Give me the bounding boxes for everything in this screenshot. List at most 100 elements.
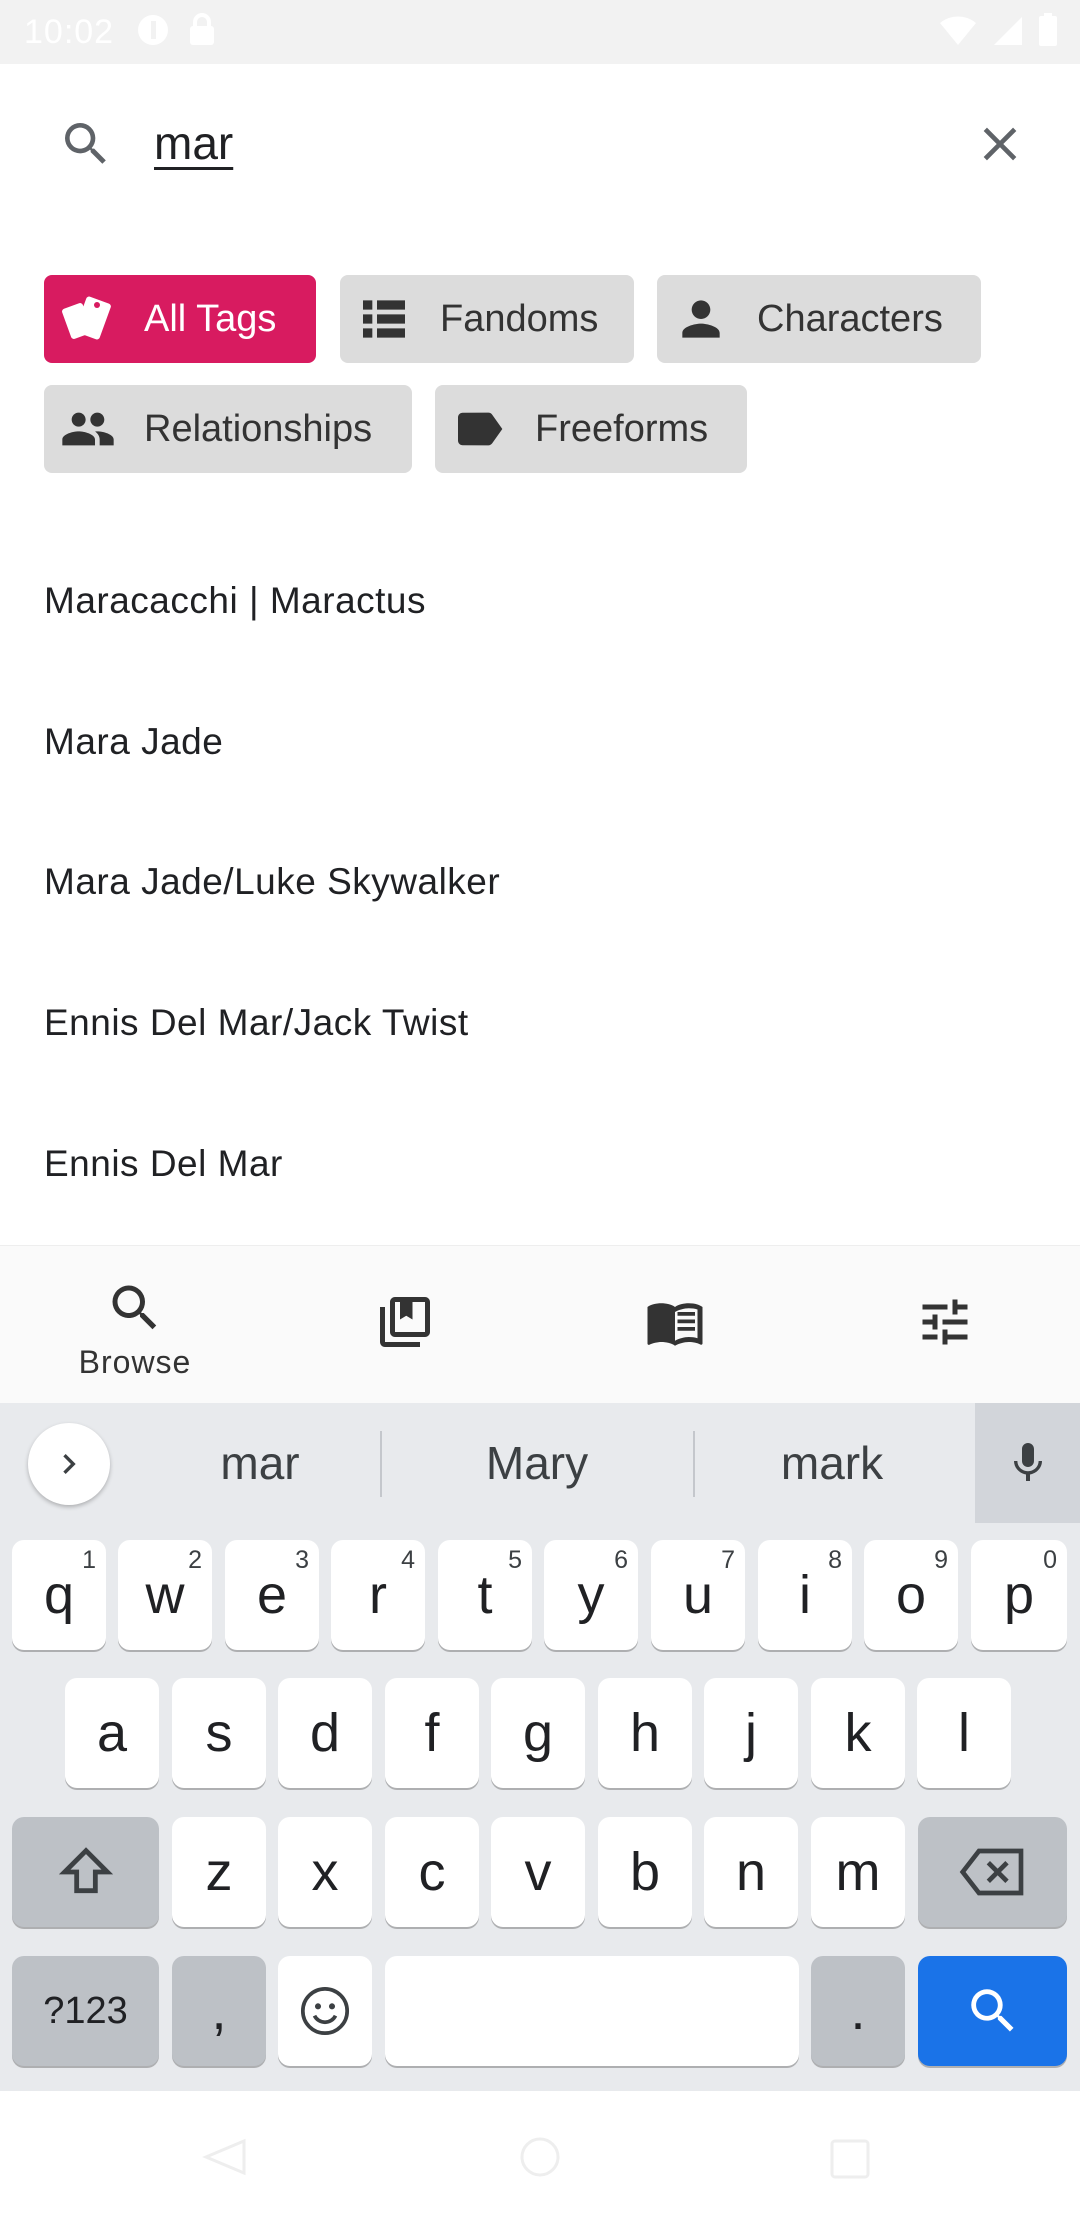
nav-settings[interactable] — [810, 1246, 1080, 1404]
home-icon[interactable] — [518, 2135, 562, 2184]
clear-search-button[interactable] — [972, 116, 1028, 172]
key-label: e — [256, 1565, 288, 1625]
chip-all-tags[interactable]: All Tags — [44, 275, 316, 363]
people-icon — [60, 401, 116, 457]
key-label: i — [799, 1565, 811, 1625]
suggestion-3[interactable]: mark — [697, 1403, 967, 1523]
key-l[interactable]: l — [917, 1678, 1011, 1788]
key-d[interactable]: d — [278, 1678, 372, 1788]
key-j[interactable]: j — [704, 1678, 798, 1788]
key-x[interactable]: x — [278, 1817, 372, 1927]
key-v[interactable]: v — [491, 1817, 585, 1927]
key-g[interactable]: g — [491, 1678, 585, 1788]
chip-relationships[interactable]: Relationships — [44, 385, 412, 473]
key-s[interactable]: s — [172, 1678, 266, 1788]
chip-label: Characters — [757, 297, 943, 340]
key-w[interactable]: w2 — [118, 1540, 212, 1650]
key-hint: 5 — [508, 1546, 522, 1574]
chip-freeforms[interactable]: Freeforms — [435, 385, 747, 473]
chip-label: Fandoms — [440, 297, 599, 340]
signal-icon — [992, 13, 1024, 52]
key-label: q — [43, 1565, 75, 1625]
key-hint: 1 — [82, 1546, 96, 1574]
key-label: u — [682, 1565, 714, 1625]
emoji-icon — [300, 1986, 350, 2036]
key-p[interactable]: p0 — [971, 1540, 1067, 1650]
back-icon[interactable] — [200, 2137, 250, 2182]
wifi-icon — [938, 13, 978, 52]
backspace-key[interactable] — [918, 1817, 1067, 1927]
nav-reading[interactable] — [540, 1246, 810, 1404]
search-input[interactable] — [154, 108, 934, 178]
key-o[interactable]: o9 — [864, 1540, 958, 1650]
key-label: p — [1003, 1565, 1035, 1625]
on-screen-keyboard: mar Mary mark q1 w2 e3 r4 t5 y6 u7 i8 o9… — [0, 1403, 1080, 2091]
backspace-icon — [959, 1848, 1023, 1896]
key-n[interactable]: n — [704, 1817, 798, 1927]
expand-toolbar-button[interactable] — [28, 1423, 110, 1505]
key-hint: 7 — [721, 1546, 735, 1574]
app-icon — [136, 13, 170, 52]
lock-icon — [188, 12, 216, 52]
recents-icon[interactable] — [828, 2137, 872, 2186]
key-y[interactable]: y6 — [544, 1540, 638, 1650]
chip-label: Relationships — [144, 407, 373, 450]
suggestion-divider — [380, 1431, 382, 1497]
result-item[interactable]: Mara Jade — [44, 672, 1034, 812]
key-e[interactable]: e3 — [225, 1540, 319, 1650]
period-key[interactable]: . — [811, 1956, 905, 2066]
key-label: y — [577, 1565, 605, 1625]
nav-browse[interactable]: Browse — [0, 1246, 270, 1404]
chip-fandoms[interactable]: Fandoms — [340, 275, 634, 363]
shift-icon — [58, 1847, 113, 1894]
key-a[interactable]: a — [65, 1678, 159, 1788]
key-label: r — [369, 1565, 387, 1625]
chip-characters[interactable]: Characters — [657, 275, 981, 363]
book-icon — [645, 1292, 705, 1352]
result-item[interactable]: Ennis Del Mar/Jack Twist — [44, 953, 1034, 1093]
comma-key[interactable]: , — [172, 1956, 266, 2066]
chip-label: Freeforms — [535, 407, 709, 450]
key-c[interactable]: c — [385, 1817, 479, 1927]
battery-icon — [1038, 12, 1058, 52]
space-key[interactable] — [385, 1956, 799, 2066]
key-hint: 9 — [934, 1546, 948, 1574]
status-bar: 10:02 — [0, 0, 1080, 64]
shift-key[interactable] — [12, 1817, 159, 1927]
key-hint: 4 — [401, 1546, 415, 1574]
key-k[interactable]: k — [811, 1678, 905, 1788]
system-navigation-bar — [0, 2091, 1080, 2220]
label-icon — [451, 401, 507, 457]
result-item[interactable]: Maracacchi | Maractus — [44, 531, 1034, 671]
list-icon — [356, 291, 412, 347]
key-f[interactable]: f — [385, 1678, 479, 1788]
key-h[interactable]: h — [598, 1678, 692, 1788]
key-z[interactable]: z — [172, 1817, 266, 1927]
result-item[interactable]: Mara Jade/Luke Skywalker — [44, 812, 1034, 952]
voice-input-button[interactable] — [975, 1403, 1080, 1523]
chip-label: All Tags — [144, 297, 277, 340]
bottom-navigation: Browse — [0, 1245, 1080, 1404]
symbols-key[interactable]: ?123 — [12, 1956, 159, 2066]
key-r[interactable]: r4 — [331, 1540, 425, 1650]
emoji-key[interactable] — [278, 1956, 372, 2066]
key-m[interactable]: m — [811, 1817, 905, 1927]
key-i[interactable]: i8 — [758, 1540, 852, 1650]
key-u[interactable]: u7 — [651, 1540, 745, 1650]
key-b[interactable]: b — [598, 1817, 692, 1927]
mic-icon — [1013, 1443, 1042, 1481]
key-q[interactable]: q1 — [12, 1540, 106, 1650]
key-hint: 8 — [828, 1546, 842, 1574]
suggestion-2[interactable]: Mary — [384, 1403, 690, 1523]
keyboard-search-key[interactable] — [918, 1956, 1067, 2066]
suggestion-1[interactable]: mar — [140, 1403, 380, 1523]
person-icon — [673, 291, 729, 347]
nav-library[interactable] — [270, 1246, 540, 1404]
result-item[interactable]: Ennis Del Mar — [44, 1094, 1034, 1234]
library-bookmark-icon — [375, 1292, 435, 1352]
key-label: t — [477, 1565, 493, 1625]
tune-icon — [915, 1292, 975, 1352]
search-icon — [58, 116, 114, 172]
key-label: o — [895, 1565, 927, 1625]
key-t[interactable]: t5 — [438, 1540, 532, 1650]
